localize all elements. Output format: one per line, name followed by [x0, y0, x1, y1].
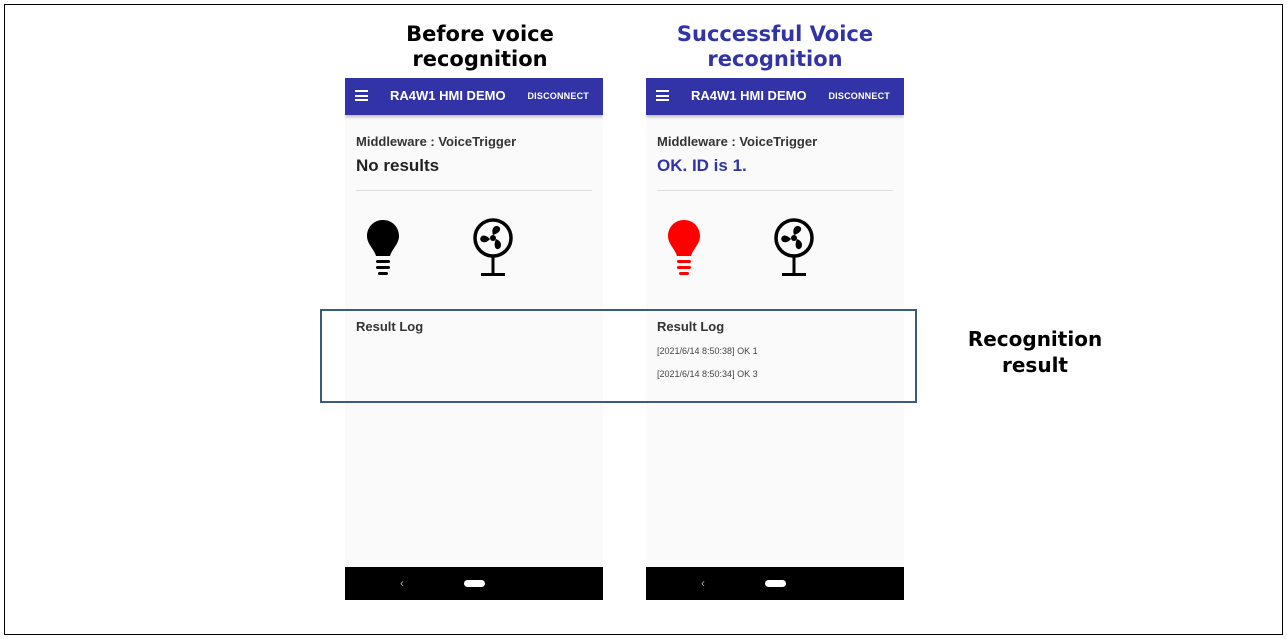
fan-icon[interactable]: [771, 218, 817, 280]
caption-after: Successful Voice recognition: [676, 22, 874, 71]
disconnect-button[interactable]: DISCONNECT: [527, 91, 589, 101]
navigation-bar: ‹: [646, 567, 904, 600]
back-icon[interactable]: ‹: [400, 576, 404, 590]
fan-icon[interactable]: [470, 218, 516, 280]
divider: [657, 190, 893, 191]
middleware-label: Middleware : VoiceTrigger: [356, 134, 517, 149]
lightbulb-icon[interactable]: [365, 218, 401, 278]
disconnect-button[interactable]: DISCONNECT: [828, 91, 890, 101]
result-highlight-box: [320, 309, 917, 403]
app-bar: RA4W1 HMI DEMO DISCONNECT: [345, 78, 603, 115]
middleware-label: Middleware : VoiceTrigger: [657, 134, 818, 149]
recognition-result-label: Recognition result: [967, 327, 1103, 377]
back-icon[interactable]: ‹: [701, 576, 705, 590]
home-pill-icon[interactable]: [464, 580, 485, 587]
divider: [356, 190, 592, 191]
app-title: RA4W1 HMI DEMO: [691, 88, 807, 103]
lightbulb-icon[interactable]: [666, 218, 702, 278]
status-text: No results: [356, 156, 440, 175]
hamburger-menu-icon[interactable]: [656, 90, 669, 101]
caption-before: Before voice recognition: [406, 22, 554, 71]
navigation-bar: ‹: [345, 567, 603, 600]
app-bar: RA4W1 HMI DEMO DISCONNECT: [646, 78, 904, 115]
home-pill-icon[interactable]: [765, 580, 786, 587]
hamburger-menu-icon[interactable]: [355, 90, 368, 101]
status-text: OK. ID is 1.: [657, 156, 747, 175]
app-title: RA4W1 HMI DEMO: [390, 88, 506, 103]
